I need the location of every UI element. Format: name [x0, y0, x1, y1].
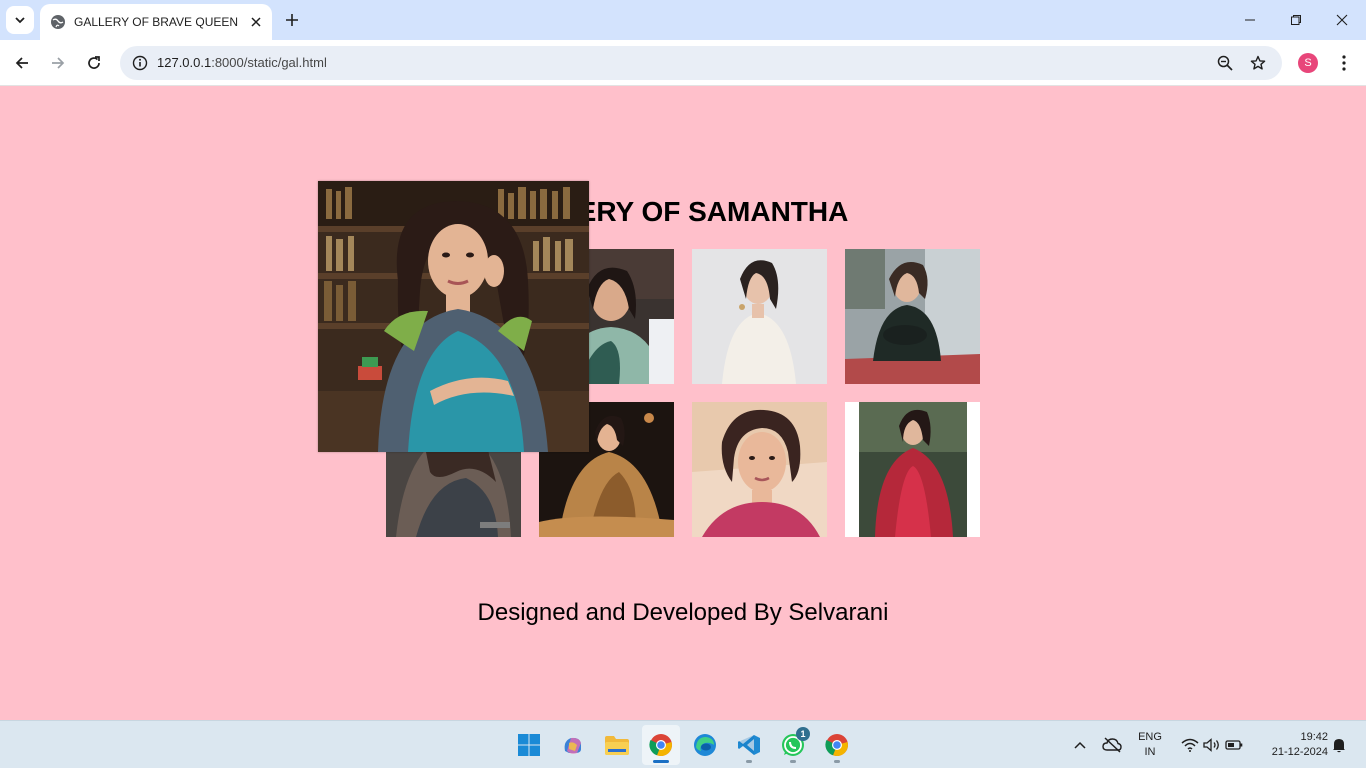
browser-toolbar: 127.0.0.1:8000/static/gal.html S: [0, 40, 1366, 86]
back-button[interactable]: [6, 47, 38, 79]
minimize-icon: [1245, 19, 1255, 21]
taskbar-edge[interactable]: [686, 725, 724, 765]
url-host: 127.0.0.1: [157, 55, 212, 70]
restore-icon: [1291, 15, 1301, 25]
url-path: :8000/static/gal.html: [211, 55, 327, 70]
taskbar-copilot[interactable]: [554, 725, 592, 765]
tab-title: GALLERY OF BRAVE QUEEN: [74, 15, 239, 29]
tab-close-button[interactable]: [246, 12, 266, 32]
taskbar-whatsapp[interactable]: 1: [774, 725, 812, 765]
chevron-up-icon: [1074, 741, 1086, 749]
arrow-left-icon: [15, 57, 28, 69]
language-code: ENG: [1138, 731, 1162, 743]
chrome-profile-icon: [825, 734, 848, 757]
taskbar: 1 ENG IN 19:42 21-12-2024: [0, 720, 1366, 768]
taskbar-chrome[interactable]: [642, 725, 680, 765]
bell-icon: [1333, 739, 1345, 753]
page-content: ERY OF SAMANTHA Designed and Developed B…: [0, 86, 1366, 720]
chevron-down-icon: [15, 17, 25, 24]
taskbar-vscode[interactable]: [730, 725, 768, 765]
info-icon: [132, 55, 148, 71]
gallery-photo-1-enlarged[interactable]: [318, 181, 589, 452]
start-button[interactable]: [510, 725, 548, 765]
running-indicator: [746, 760, 752, 763]
quick-settings-button[interactable]: [1176, 721, 1248, 768]
notification-badge: 1: [796, 727, 810, 741]
star-icon: [1250, 55, 1266, 70]
clock-time: 19:42: [1300, 731, 1328, 743]
menu-button[interactable]: [1332, 51, 1356, 75]
windows-start-icon: [518, 734, 540, 756]
running-indicator: [790, 760, 796, 763]
close-icon: [251, 17, 261, 27]
taskbar-file-explorer[interactable]: [598, 725, 636, 765]
reload-icon: [88, 56, 100, 69]
profile-avatar[interactable]: S: [1298, 53, 1318, 73]
vscode-icon: [738, 735, 760, 755]
cloud-off-icon: [1102, 737, 1122, 753]
close-icon: [1336, 14, 1348, 26]
copilot-icon: [564, 737, 581, 754]
reload-button[interactable]: [78, 47, 110, 79]
footer-credit: Designed and Developed By Selvarani: [477, 599, 889, 626]
onedrive-status[interactable]: [1098, 721, 1126, 768]
edge-icon: [694, 734, 716, 756]
photo-image: [318, 181, 589, 452]
running-indicator: [834, 760, 840, 763]
forward-button[interactable]: [42, 47, 74, 79]
tab-search-button[interactable]: [6, 6, 34, 34]
more-vert-icon: [1342, 55, 1346, 71]
browser-tab[interactable]: GALLERY OF BRAVE QUEEN: [40, 4, 272, 40]
taskbar-chrome-profile[interactable]: [818, 725, 856, 765]
volume-icon: [1203, 738, 1219, 752]
active-indicator: [653, 760, 669, 763]
plus-icon: [286, 14, 298, 26]
gallery-photo-3[interactable]: [692, 249, 827, 384]
site-info-button[interactable]: [128, 51, 152, 75]
language-indicator[interactable]: ENG IN: [1134, 730, 1166, 760]
chrome-icon: [649, 734, 672, 757]
zoom-button[interactable]: [1213, 51, 1237, 75]
folder-icon: [605, 736, 629, 755]
photo-image: [845, 249, 980, 384]
gallery-photo-4[interactable]: [845, 249, 980, 384]
tab-strip: GALLERY OF BRAVE QUEEN: [0, 0, 1366, 40]
photo-image: [692, 402, 827, 537]
region-code: IN: [1144, 746, 1156, 758]
address-bar[interactable]: 127.0.0.1:8000/static/gal.html: [120, 46, 1282, 80]
close-window-button[interactable]: [1320, 4, 1364, 36]
new-tab-button[interactable]: [280, 8, 304, 32]
clock-date: 21-12-2024: [1271, 746, 1328, 758]
clock[interactable]: 19:42 21-12-2024: [1256, 730, 1328, 760]
url-text: 127.0.0.1:8000/static/gal.html: [157, 55, 327, 70]
minimize-button[interactable]: [1228, 4, 1272, 36]
globe-icon: [51, 15, 65, 29]
show-hidden-icons-button[interactable]: [1068, 721, 1092, 768]
page-title: ERY OF SAMANTHA: [0, 196, 1366, 228]
restore-button[interactable]: [1274, 4, 1318, 36]
battery-icon: [1225, 740, 1243, 750]
notifications-button[interactable]: [1328, 721, 1350, 768]
zoom-out-icon: [1217, 55, 1233, 71]
photo-image: [692, 249, 827, 384]
gallery-photo-8[interactable]: [845, 402, 980, 537]
photo-image: [845, 402, 980, 537]
bookmark-button[interactable]: [1246, 51, 1270, 75]
arrow-right-icon: [52, 57, 65, 69]
wifi-icon: [1181, 738, 1199, 752]
gallery-photo-7[interactable]: [692, 402, 827, 537]
